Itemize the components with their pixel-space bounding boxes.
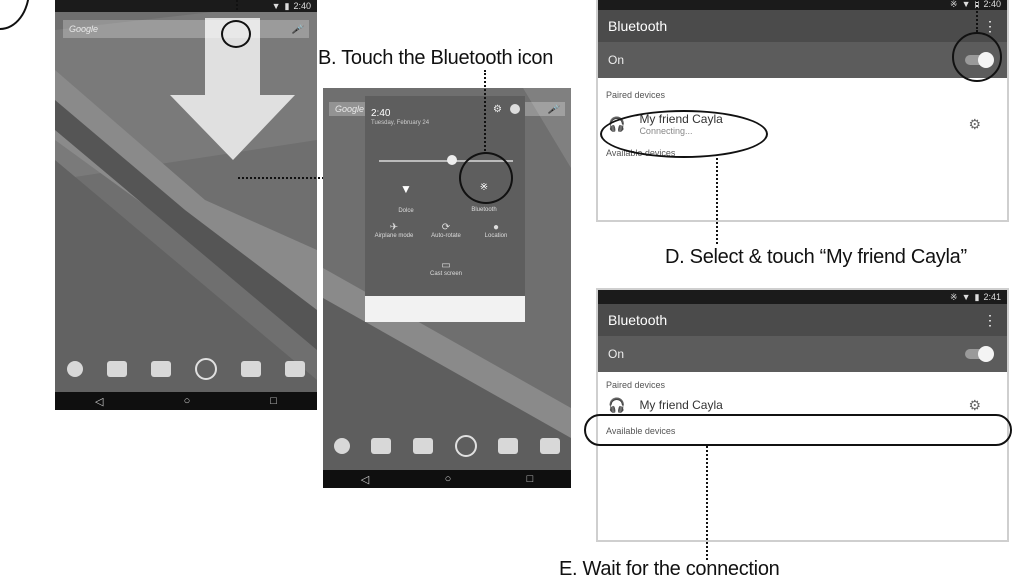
airplane-icon: ✈ — [389, 222, 399, 233]
bt2-on-row[interactable]: On — [598, 336, 1007, 372]
qs-time: 2:40 — [371, 108, 391, 119]
caption-d: D. Select & touch “My friend Cayla” — [665, 246, 967, 268]
qs-dock — [323, 434, 571, 458]
bt2-device-settings-icon[interactable]: ⚙ — [968, 397, 981, 414]
qs-back-icon[interactable]: ◁ — [361, 473, 369, 486]
qs-tile-location[interactable]: ● Location — [471, 222, 521, 239]
home-statusbar: ▼ ▮ 2:40 — [55, 0, 317, 12]
bt2-bluetooth-status-icon: ※ — [950, 291, 958, 302]
search-bar-label: Google — [69, 24, 99, 34]
battery-icon: ▮ — [284, 0, 290, 11]
home-wallpaper — [55, 0, 317, 410]
toggle-pointer-line — [976, 0, 978, 32]
qs-tile-cast-label: Cast screen — [429, 271, 462, 277]
bt1-statusbar: ※ ▼ ▮ 2:40 — [598, 0, 1007, 10]
statusbar-pointer-line — [236, 0, 238, 10]
bluetooth-tile-highlight-circle — [459, 152, 513, 204]
qs-search-label: Google — [335, 104, 365, 114]
qs-notification-area — [365, 296, 525, 322]
bt1-title: Bluetooth — [608, 18, 668, 34]
bt1-status-time: 2:40 — [983, 0, 1001, 9]
qs-youtube-icon[interactable] — [371, 438, 392, 454]
bt2-wifi-icon: ▼ — [961, 292, 971, 302]
qs-tile-airplane[interactable]: ✈ Airplane mode — [369, 222, 419, 239]
google-search-bar[interactable]: Google 🎤 — [63, 20, 309, 38]
bt1-overflow-menu-icon[interactable]: ⋮ — [983, 18, 997, 35]
qs-hangouts-icon[interactable] — [333, 438, 350, 454]
bluetooth-pointer-line — [484, 70, 486, 154]
device-pointer-line — [716, 158, 718, 244]
quick-settings-phone: Google 🎤 2:40 Tuesday, February 24 ⚙ ▼ D… — [323, 88, 571, 488]
bt1-on-label: On — [608, 53, 625, 67]
qs-navbar: ◁ ○ □ — [323, 470, 571, 488]
qs-avatar[interactable] — [510, 104, 520, 114]
qs-tile-location-label: Location — [484, 233, 508, 239]
bt1-paired-label: Paired devices — [606, 90, 666, 100]
qs-tile-rotate[interactable]: ⟳ Auto-rotate — [421, 222, 471, 239]
home-dock — [55, 356, 317, 382]
youtube-icon[interactable] — [107, 361, 127, 377]
app-drawer-icon[interactable] — [195, 358, 217, 380]
home-navbar: ◁ ○ □ — [55, 392, 317, 410]
bt1-device-settings-icon[interactable]: ⚙ — [968, 116, 981, 133]
bt1-on-row[interactable]: On — [598, 42, 1007, 78]
bt2-device-name: My friend Cayla — [639, 398, 723, 412]
connected-pointer-line — [706, 446, 708, 560]
qs-home-icon[interactable]: ○ — [445, 473, 452, 485]
bt2-title: Bluetooth — [608, 312, 668, 328]
bt2-header: Bluetooth ⋮ — [598, 304, 1007, 336]
bt2-battery-icon: ▮ — [974, 291, 980, 302]
qs-gmail-icon[interactable] — [498, 438, 519, 454]
qs-recents-icon[interactable]: □ — [527, 473, 534, 485]
qs-tile-airplane-label: Airplane mode — [374, 233, 414, 239]
bt2-overflow-menu-icon[interactable]: ⋮ — [983, 312, 997, 329]
recents-icon[interactable]: □ — [270, 395, 277, 407]
annotation-circle-fragment — [0, 0, 30, 30]
bt2-toggle-knob — [978, 346, 994, 362]
wifi-icon: ▼ — [271, 1, 281, 11]
photos-icon[interactable] — [151, 361, 171, 377]
bt1-wifi-icon: ▼ — [961, 0, 971, 9]
device-highlight-oval — [600, 110, 768, 158]
qs-date: Tuesday, February 24 — [371, 120, 430, 126]
mic-icon[interactable]: 🎤 — [292, 24, 303, 35]
wifi-tile-icon: ▼ — [400, 182, 412, 196]
qs-tile-wifi-label: Dolce — [398, 208, 414, 214]
home-screen-phone: ▼ ▮ 2:40 Google 🎤 ◁ ○ □ — [55, 0, 317, 410]
back-icon[interactable]: ◁ — [95, 395, 103, 408]
connected-device-highlight-oval — [584, 414, 1012, 446]
qs-tile-bluetooth-label: Bluetooth — [471, 207, 497, 213]
bt1-bluetooth-status-icon: ※ — [950, 0, 958, 9]
caption-e: E. Wait for the connection — [559, 558, 780, 580]
bt1-header: Bluetooth ⋮ — [598, 10, 1007, 42]
toggle-highlight-circle — [952, 32, 1002, 82]
qs-tile-rotate-label: Auto-rotate — [431, 233, 461, 239]
cast-icon: ▭ — [441, 260, 451, 271]
qs-settings-icon[interactable]: ⚙ — [493, 104, 502, 115]
bt2-headphones-icon: 🎧 — [608, 396, 626, 413]
bt2-on-label: On — [608, 347, 625, 361]
qs-app-drawer-icon[interactable] — [454, 435, 477, 457]
caption-b: B. Touch the Bluetooth icon — [318, 47, 554, 69]
hangouts-icon[interactable] — [67, 361, 83, 377]
bt2-statusbar: ※ ▼ ▮ 2:41 — [598, 290, 1007, 304]
location-icon: ● — [492, 222, 500, 233]
gmail-icon[interactable] — [241, 361, 261, 377]
qs-camera-icon[interactable] — [540, 438, 561, 454]
qs-tile-cast[interactable]: ▭ Cast screen — [421, 260, 471, 277]
qs-mic-icon[interactable]: 🎤 — [548, 104, 559, 115]
brightness-knob[interactable] — [447, 155, 457, 165]
bt2-status-time: 2:41 — [983, 292, 1001, 302]
qs-photos-icon[interactable] — [413, 438, 434, 454]
statusbar-highlight-circle — [221, 20, 251, 48]
qs-tile-wifi[interactable]: ▼ Dolce — [379, 182, 433, 214]
home-icon[interactable]: ○ — [184, 395, 191, 407]
bt2-paired-label: Paired devices — [606, 380, 666, 390]
home-status-time: 2:40 — [293, 1, 311, 11]
camera-icon[interactable] — [285, 361, 305, 377]
rotate-icon: ⟳ — [441, 222, 451, 233]
bt2-toggle-switch[interactable] — [965, 346, 994, 362]
